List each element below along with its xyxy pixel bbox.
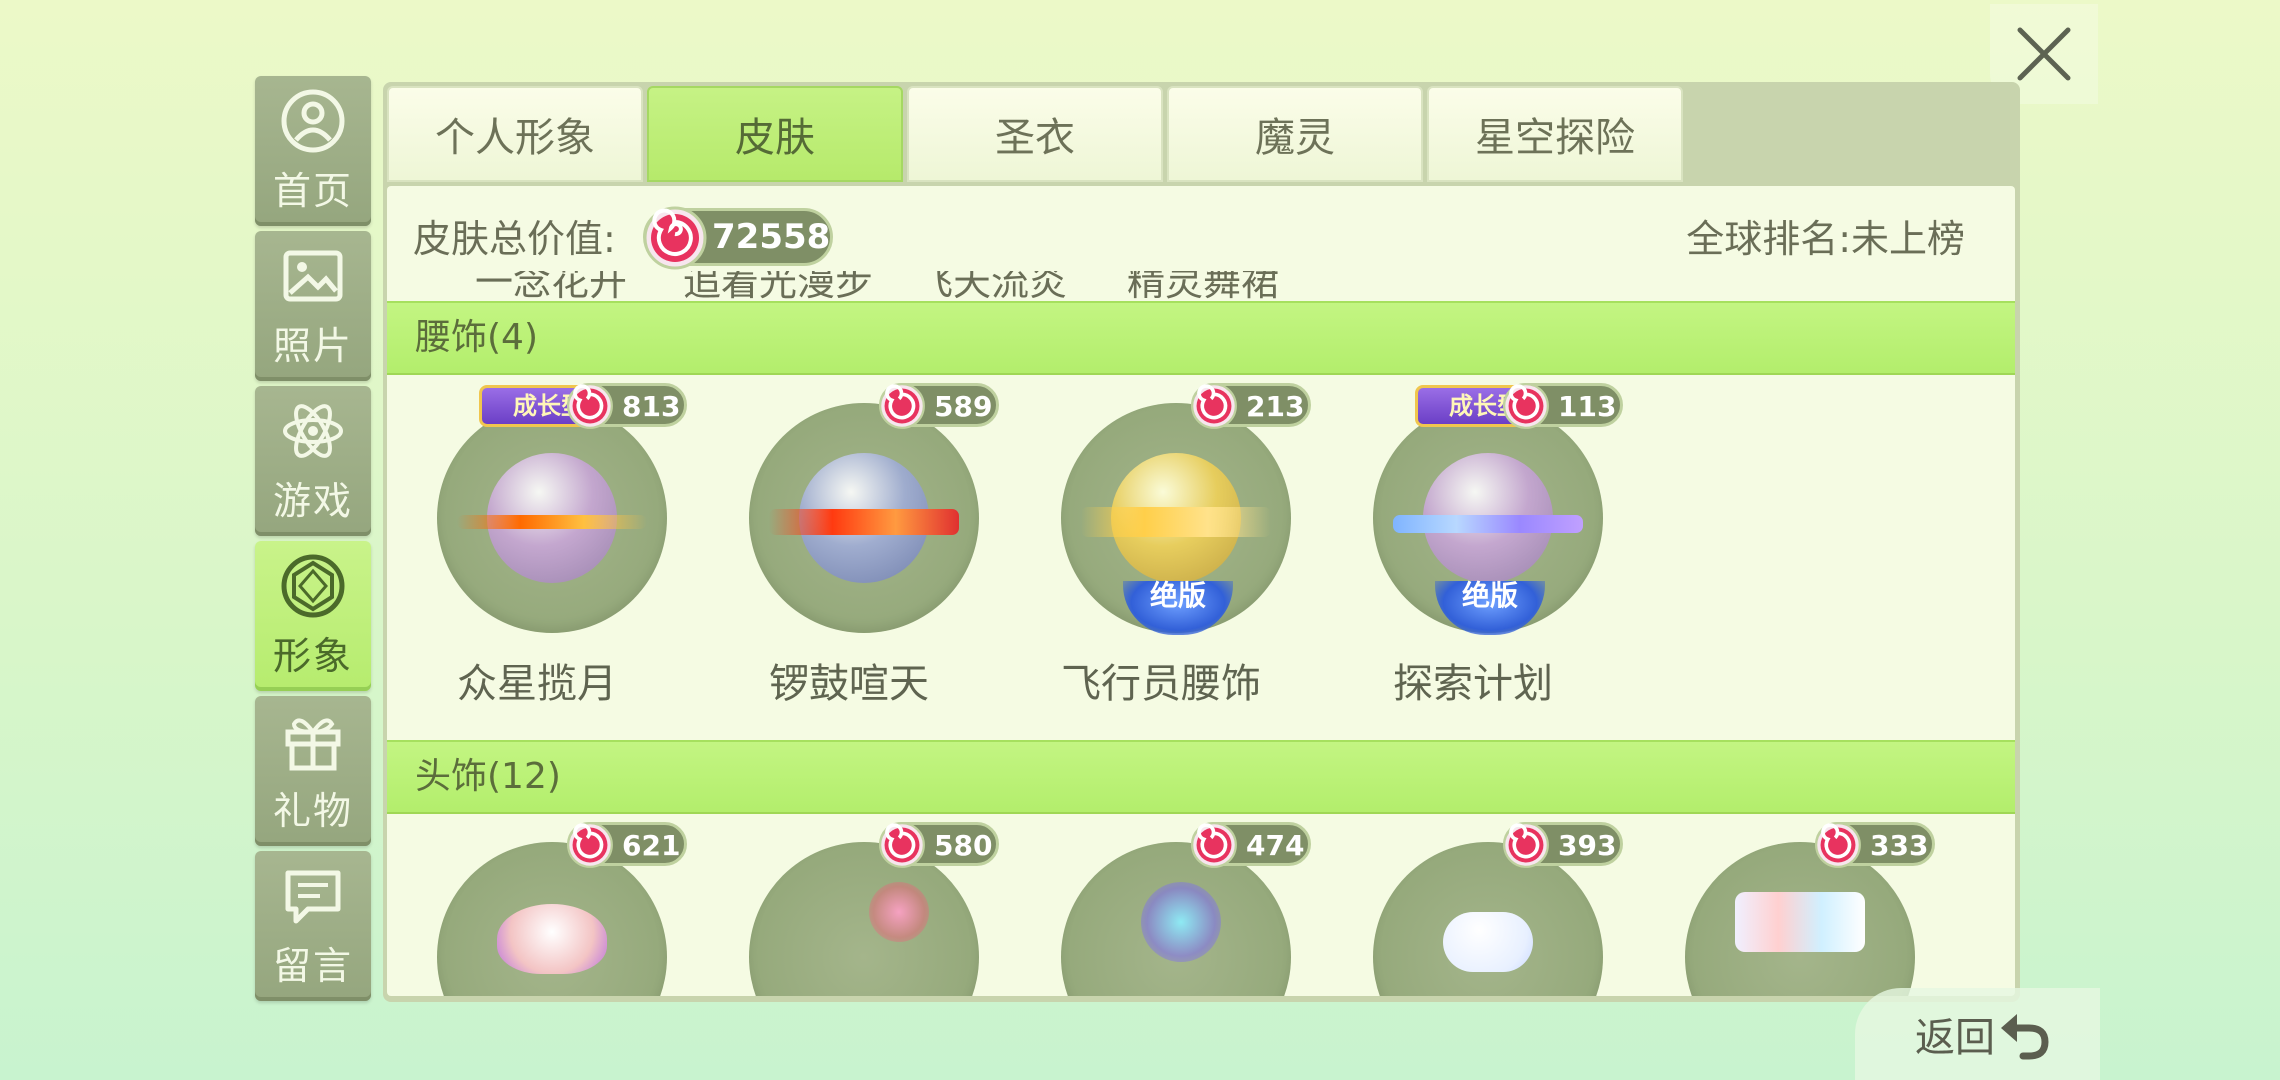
price-pill: 580	[879, 822, 999, 868]
item-image	[1141, 882, 1221, 962]
back-button[interactable]: 返回	[1855, 988, 2100, 1080]
item-name: 众星揽月	[457, 661, 617, 707]
global-rank: 全球排名:未上榜	[1686, 217, 1965, 261]
skin-item[interactable]: 580	[699, 822, 999, 996]
price-pill: 213	[1191, 383, 1311, 429]
candy-icon	[879, 383, 925, 429]
price: 621	[622, 829, 681, 862]
candy-icon	[567, 383, 613, 429]
back-label: 返回	[1915, 1015, 1995, 1061]
item-name: 飞行员腰饰	[1061, 661, 1261, 707]
partial-row: 一念花开 追着光漫步 飞天流炎 精灵舞裙	[387, 271, 2015, 304]
price-pill: 813	[567, 383, 687, 429]
candy-icon	[567, 822, 613, 868]
price: 393	[1558, 829, 1617, 862]
tab-magic-spirit[interactable]: 魔灵	[1167, 86, 1423, 182]
sidebar-item-label: 留言	[272, 943, 353, 988]
sidebar-item-label: 首页	[272, 168, 353, 213]
price: 113	[1558, 390, 1617, 423]
candy-icon	[1815, 822, 1861, 868]
sidebar-item-label: 照片	[272, 323, 353, 368]
item-name: 锣鼓喧天	[769, 661, 929, 707]
candy-icon	[643, 206, 707, 270]
price-pill: 113	[1503, 383, 1623, 429]
candy-icon	[879, 822, 925, 868]
skin-item[interactable]: 成长型 113 绝版 探索计划	[1323, 383, 1623, 707]
sidebar-item-label: 游戏	[272, 478, 353, 523]
skin-item[interactable]: 621	[387, 822, 687, 996]
diamond-icon	[281, 554, 345, 617]
skin-list[interactable]: 一念花开 追着光漫步 飞天流炎 精灵舞裙 腰饰(4) 成长型 813 众星揽月	[387, 271, 2015, 996]
section-header-head: 头饰(12)	[387, 740, 2015, 814]
skin-content: 皮肤总价值: 72558 全球排名:未上榜 一念花开 追着光漫步 飞天流炎 精灵…	[387, 186, 2015, 996]
item-effect	[1081, 507, 1271, 537]
sidebar-item-photos[interactable]: 照片	[255, 231, 371, 381]
candy-icon	[1191, 383, 1237, 429]
item-image	[1443, 912, 1533, 972]
skin-item[interactable]: 333	[1635, 822, 1935, 996]
user-icon	[281, 89, 345, 152]
skin-item[interactable]: 589 锣鼓喧天	[699, 383, 999, 707]
item-image	[497, 904, 607, 974]
price-pill: 474	[1191, 822, 1311, 868]
price: 580	[934, 829, 993, 862]
skin-item[interactable]: 474	[1011, 822, 1311, 996]
sidebar: 首页 照片 游戏 形象 礼物 留言	[255, 76, 371, 1006]
sidebar-item-home[interactable]: 首页	[255, 76, 371, 226]
candy-icon	[1503, 822, 1549, 868]
price-pill: 589	[879, 383, 999, 429]
tab-skin[interactable]: 皮肤	[647, 86, 903, 182]
sidebar-item-gifts[interactable]: 礼物	[255, 696, 371, 846]
message-icon	[285, 870, 341, 923]
total-value-pill: 72558	[643, 206, 833, 270]
item-image	[869, 882, 929, 942]
price: 813	[622, 390, 681, 423]
total-value-label: 皮肤总价值:	[413, 217, 616, 261]
skin-item[interactable]: 成长型 813 众星揽月	[387, 383, 687, 707]
item-image	[1735, 892, 1865, 952]
sidebar-item-label: 形象	[272, 633, 353, 678]
tab-personal-image[interactable]: 个人形象	[387, 86, 643, 182]
candy-icon	[1503, 383, 1549, 429]
item-effect	[769, 509, 959, 535]
item-name: 探索计划	[1393, 661, 1553, 707]
back-arrow-icon	[2001, 1014, 2049, 1060]
tab-holy-armor[interactable]: 圣衣	[907, 86, 1163, 182]
section-header-waist: 腰饰(4)	[387, 301, 2015, 375]
price: 474	[1246, 829, 1305, 862]
tab-star-exploration[interactable]: 星空探险	[1427, 86, 1683, 182]
price: 333	[1870, 829, 1929, 862]
sidebar-item-messages[interactable]: 留言	[255, 851, 371, 1001]
sidebar-item-label: 礼物	[272, 788, 353, 833]
total-value: 72558	[712, 217, 831, 257]
skin-item[interactable]: 393	[1323, 822, 1623, 996]
candy-icon	[1191, 822, 1237, 868]
price: 589	[934, 390, 993, 423]
item-effect	[1393, 515, 1583, 533]
gift-icon	[285, 717, 341, 770]
sidebar-item-avatar[interactable]: 形象	[255, 541, 371, 691]
price: 213	[1246, 390, 1305, 423]
image-icon	[283, 250, 343, 301]
price-pill: 393	[1503, 822, 1623, 868]
tab-bar: 个人形象 皮肤 圣衣 魔灵 星空探险	[387, 86, 1687, 186]
item-orb	[749, 403, 979, 633]
sidebar-item-games[interactable]: 游戏	[255, 386, 371, 536]
main-panel: 个人形象 皮肤 圣衣 魔灵 星空探险 皮肤总价值: 72558 全球排名:未上榜…	[383, 82, 2020, 1002]
skin-item[interactable]: 213 绝版 飞行员腰饰	[1011, 383, 1311, 707]
close-icon	[2017, 27, 2071, 81]
item-effect	[457, 515, 647, 529]
item-orb	[437, 403, 667, 633]
price-pill: 621	[567, 822, 687, 868]
price-pill: 333	[1815, 822, 1935, 868]
atom-icon	[283, 403, 343, 458]
